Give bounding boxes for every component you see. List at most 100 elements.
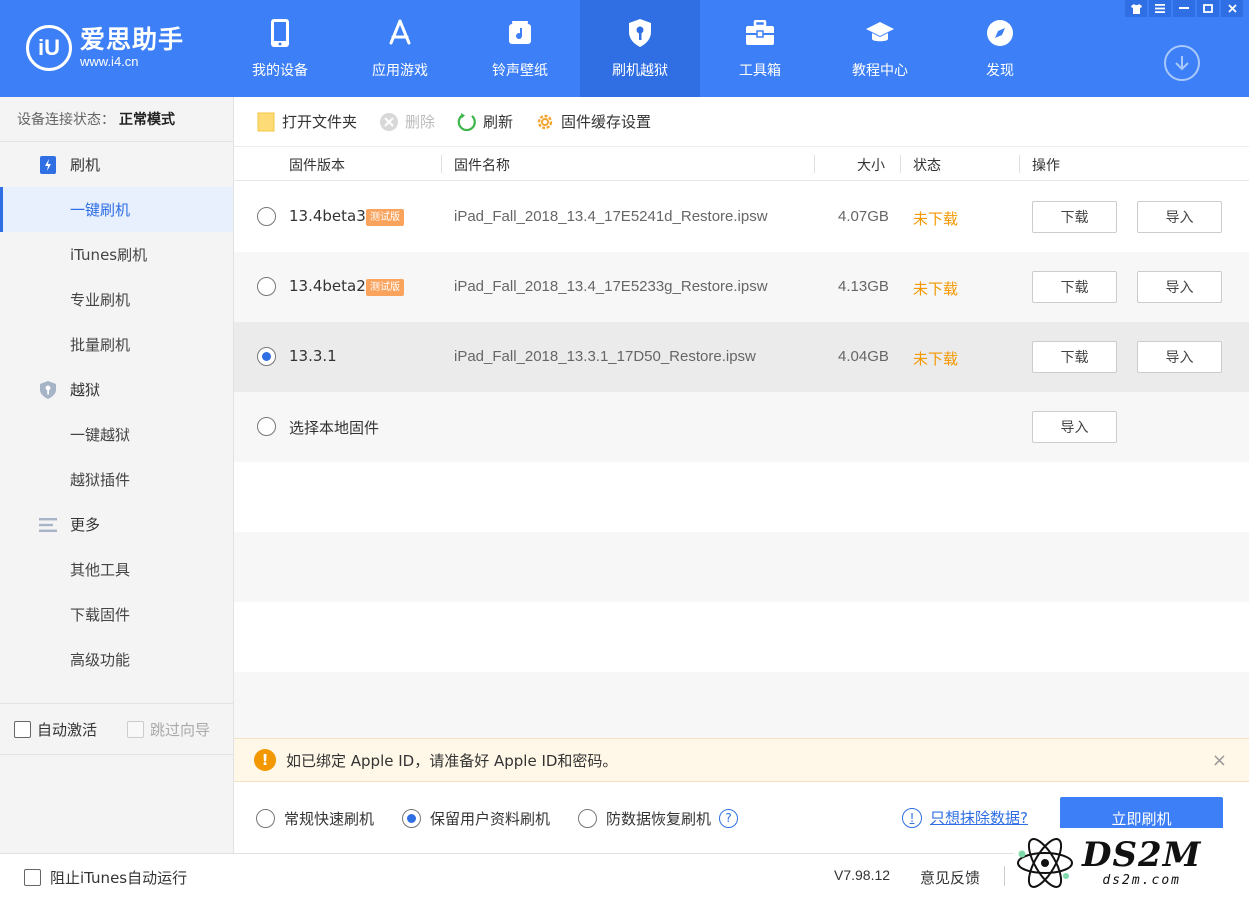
download-status: 未下载 [913,210,959,228]
minimize-icon[interactable] [1173,0,1195,17]
sidebar-item-pro-flash[interactable]: 专业刷机 [0,277,233,322]
ds2m-watermark: DS2M ds2m.com [1014,828,1249,897]
delete-icon [379,112,399,132]
logo: iU 爱思助手 www.i4.cn [26,20,216,76]
sidebar-item-download-firmware[interactable]: 下载固件 [0,592,233,637]
local-firmware-row[interactable]: 选择本地固件 导入 [234,392,1249,462]
header-name: 固件名称 [454,158,510,174]
menu-icon[interactable] [1149,0,1171,17]
open-folder-button[interactable]: 打开文件夹 [256,111,357,132]
mode-radio[interactable] [256,808,275,828]
connection-mode: 正常模式 [119,112,175,128]
local-firmware-radio[interactable] [257,417,276,436]
sidebar-item-one-click-jailbreak[interactable]: 一键越狱 [0,412,233,457]
header-version: 固件版本 [289,158,345,174]
notice-close-icon[interactable]: × [1212,750,1227,771]
nav-flash-jailbreak[interactable]: 刷机越狱 [580,0,700,97]
nav-ringtones-wallpapers[interactable]: 铃声壁纸 [460,0,580,97]
refresh-icon [457,112,477,132]
mode-radio[interactable] [578,808,598,828]
block-itunes-checkbox[interactable] [24,869,41,886]
app-window: iU 爱思助手 www.i4.cn 我的设备 应用游戏 铃声壁纸 刷机越狱 工具… [0,0,1249,897]
sidebar: 设备连接状态： 正常模式 刷机 一键刷机 iTunes刷机 专业刷机 批量刷机 … [0,97,234,853]
import-button[interactable]: 导入 [1137,201,1222,233]
firmware-radio[interactable] [257,347,276,366]
main-nav: 我的设备 应用游戏 铃声壁纸 刷机越狱 工具箱 教程中心 发现 [220,0,1060,97]
firmware-version: 13.4beta2 [289,277,366,295]
firmware-radio[interactable] [257,277,276,296]
firmware-radio[interactable] [257,207,276,226]
close-icon[interactable] [1221,0,1243,17]
table-row[interactable]: 13.4beta3 测试版 iPad_Fall_2018_13.4_17E524… [234,182,1249,252]
local-firmware-label: 选择本地固件 [289,419,380,437]
shield-icon [38,380,58,400]
firmware-name: iPad_Fall_2018_13.4_17E5233g_Restore.ips… [454,278,768,295]
sidebar-group-more[interactable]: 更多 [0,502,233,547]
nav-apps-games[interactable]: 应用游戏 [340,0,460,97]
refresh-button[interactable]: 刷新 [457,111,513,132]
sidebar-item-batch-flash[interactable]: 批量刷机 [0,322,233,367]
auto-activate-checkbox[interactable] [14,720,31,738]
connection-status: 设备连接状态： 正常模式 [0,97,233,142]
block-itunes-option[interactable]: 阻止iTunes自动运行 [24,867,187,888]
delete-button[interactable]: 删除 [379,111,435,132]
atom-logo-icon [1017,837,1073,888]
import-button[interactable]: 导入 [1137,271,1222,303]
beta-badge: 测试版 [366,209,404,226]
download-button[interactable]: 下载 [1032,341,1117,373]
header-size: 大小 [857,158,885,174]
download-status: 未下载 [913,280,959,298]
shield-key-icon [625,18,655,48]
firmware-size: 4.04GB [838,348,889,365]
firmware-name: iPad_Fall_2018_13.3.1_17D50_Restore.ipsw [454,348,756,365]
nav-my-device[interactable]: 我的设备 [220,0,340,97]
sidebar-item-advanced[interactable]: 高级功能 [0,637,233,682]
mode-quick-flash[interactable]: 常规快速刷机 [256,808,374,829]
skin-icon[interactable] [1125,0,1147,17]
firmware-cache-settings-button[interactable]: 固件缓存设置 [535,111,651,132]
beta-badge: 测试版 [366,279,404,296]
header-ops: 操作 [1032,158,1060,174]
warning-icon: ! [254,749,276,771]
skip-guide-label: 跳过向导 [150,720,211,739]
table-row[interactable]: 13.3.1 iPad_Fall_2018_13.3.1_17D50_Resto… [234,322,1249,392]
feedback-link[interactable]: 意见反馈 [920,867,980,888]
mode-keep-data-flash[interactable]: 保留用户资料刷机 [402,808,550,829]
sidebar-item-jailbreak-plugins[interactable]: 越狱插件 [0,457,233,502]
nav-tutorials[interactable]: 教程中心 [820,0,940,97]
logo-badge: iU [26,25,72,71]
music-icon [505,18,535,48]
maximize-icon[interactable] [1197,0,1219,17]
nav-discover[interactable]: 发现 [940,0,1060,97]
import-button[interactable]: 导入 [1137,341,1222,373]
firmware-size: 4.13GB [838,278,889,295]
header-status: 状态 [913,158,941,174]
local-import-button[interactable]: 导入 [1032,411,1117,443]
sidebar-group-jailbreak[interactable]: 越狱 [0,367,233,412]
notice-text: 如已绑定 Apple ID，请准备好 Apple ID和密码。 [286,751,618,770]
sidebar-group-flash[interactable]: 刷机 [0,142,233,187]
window-controls [1125,0,1243,17]
apple-id-notice: ! 如已绑定 Apple ID，请准备好 Apple ID和密码。 × [234,738,1249,782]
phone-icon [265,18,295,48]
firmware-name: iPad_Fall_2018_13.4_17E5241d_Restore.ips… [454,208,768,225]
sidebar-options: 自动激活 跳过向导 [0,703,233,755]
download-status: 未下载 [913,350,959,368]
download-button[interactable]: 下载 [1032,271,1117,303]
sidebar-item-one-click-flash[interactable]: 一键刷机 [0,187,233,232]
auto-activate-label: 自动激活 [37,720,98,739]
sidebar-item-other-tools[interactable]: 其他工具 [0,547,233,592]
download-button[interactable]: 下载 [1032,201,1117,233]
erase-data-link[interactable]: ! 只想抹除数据? [902,807,1028,828]
download-manager-icon[interactable] [1164,45,1200,81]
mode-radio[interactable] [402,808,422,828]
help-icon[interactable]: ? [719,808,739,828]
sidebar-item-itunes-flash[interactable]: iTunes刷机 [0,232,233,277]
firmware-size: 4.07GB [838,208,889,225]
skip-guide-checkbox[interactable] [127,720,145,738]
mode-anti-recovery-flash[interactable]: 防数据恢复刷机 [578,808,711,829]
table-row[interactable]: 13.4beta2 测试版 iPad_Fall_2018_13.4_17E523… [234,252,1249,322]
nav-toolbox[interactable]: 工具箱 [700,0,820,97]
top-bar: iU 爱思助手 www.i4.cn 我的设备 应用游戏 铃声壁纸 刷机越狱 工具… [0,0,1249,97]
app-store-icon [385,18,415,48]
